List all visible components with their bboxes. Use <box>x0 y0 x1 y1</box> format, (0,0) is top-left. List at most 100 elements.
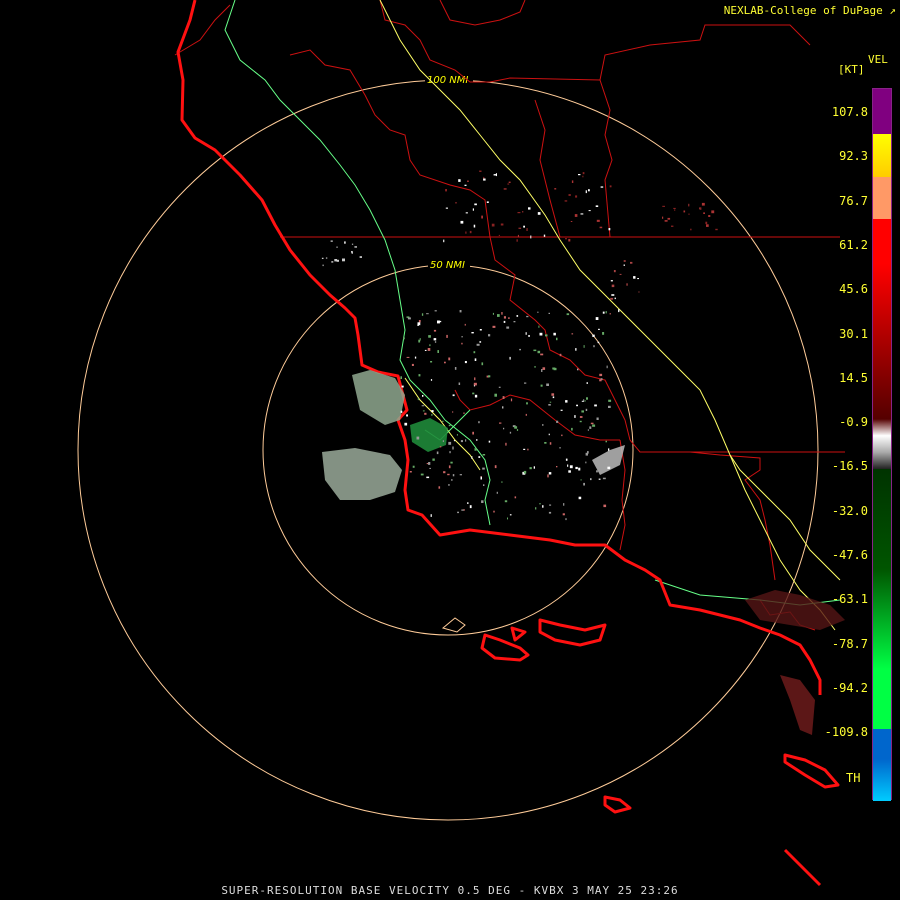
echo-speckle <box>417 322 421 326</box>
echo-speckle <box>481 215 483 219</box>
echo-speckle <box>429 344 431 347</box>
echo-speckle <box>403 337 405 340</box>
echo-speckle <box>540 384 543 387</box>
echo-speckle <box>549 504 552 506</box>
echo-speckle <box>578 467 581 471</box>
echo-speckle <box>419 338 421 341</box>
scale-tick-label: -0.9 <box>839 415 868 430</box>
echo-speckle <box>433 338 437 341</box>
echo-speckle <box>407 317 411 320</box>
echo-speckle <box>458 382 461 385</box>
echo-speckle <box>464 323 466 326</box>
echo-speckle <box>581 400 584 402</box>
echo-speckle <box>500 223 504 226</box>
echo-speckle <box>452 474 455 477</box>
echo-speckle <box>451 479 453 481</box>
echo-speckle <box>427 348 431 351</box>
echo-speckle <box>509 514 512 516</box>
echo-speckle <box>600 186 604 188</box>
echo-speckle <box>539 503 541 505</box>
echo-speckle <box>715 228 718 231</box>
echo-speckle <box>491 223 495 227</box>
echo-speckle <box>480 476 482 480</box>
echo-speckle <box>513 321 516 323</box>
echo-speckle <box>426 313 429 315</box>
echo-speckle <box>569 465 573 469</box>
echo-speckle <box>445 207 448 209</box>
echo-speckle <box>401 385 404 388</box>
echo-speckle <box>516 315 519 317</box>
credit-text: NEXLAB-College of DuPage <box>723 4 883 17</box>
echo-speckle <box>563 503 565 506</box>
scale-segment <box>873 89 891 134</box>
echo-speckle <box>432 458 435 461</box>
echo-speckle <box>478 421 480 424</box>
echo-speckle <box>614 297 616 300</box>
echo-speckle <box>409 471 412 473</box>
echo-speckle <box>559 447 561 449</box>
echo-speckle <box>584 400 586 402</box>
echo-speckle <box>528 335 530 337</box>
echo-speckle <box>481 500 484 503</box>
echo-region-west-lower <box>322 448 402 500</box>
echo-speckle <box>482 467 485 470</box>
echo-speckle <box>537 212 541 215</box>
echo-speckle <box>472 392 475 395</box>
echo-speckle <box>424 412 427 415</box>
echo-speckle <box>344 241 346 244</box>
echo-speckle <box>518 227 522 229</box>
echo-speckle <box>321 257 324 259</box>
echo-speckle <box>552 396 555 399</box>
echo-speckle <box>602 477 606 480</box>
echo-speckle <box>444 361 446 364</box>
echo-speckle <box>442 420 444 422</box>
echo-speckle <box>502 406 504 409</box>
echo-speckle <box>571 333 574 335</box>
echo-speckle <box>457 511 459 514</box>
echo-speckle <box>585 452 588 456</box>
credit-label[interactable]: NEXLAB-College of DuPage ↗ <box>724 4 896 17</box>
echo-speckle <box>562 513 565 516</box>
scale-segment <box>873 264 891 419</box>
scale-tick-label: -16.5 <box>831 459 868 474</box>
echo-speckle <box>538 325 540 328</box>
echo-speckle <box>626 283 628 286</box>
scale-tick-label: 30.1 <box>839 326 868 341</box>
echo-speckle <box>448 357 451 361</box>
echo-speckle <box>708 215 711 217</box>
echo-speckle <box>587 429 589 431</box>
echo-speckle <box>570 221 573 222</box>
scale-tick-label: 76.7 <box>839 193 868 208</box>
echo-speckle <box>458 179 461 182</box>
echo-speckle <box>599 373 603 377</box>
echo-speckle <box>596 219 600 222</box>
echo-speckle <box>605 440 607 443</box>
echo-speckle <box>597 341 600 344</box>
echo-speckle <box>474 377 476 381</box>
echo-speckle <box>590 422 594 425</box>
echo-speckle <box>467 180 469 182</box>
highways <box>379 0 841 631</box>
echo-speckle <box>473 224 476 228</box>
echo-speckle <box>351 251 353 253</box>
echo-speckle <box>623 264 625 266</box>
echo-speckle <box>595 317 599 320</box>
echo-speckle <box>542 505 544 508</box>
echo-speckle <box>594 404 597 407</box>
echo-speckle <box>325 257 328 259</box>
echo-speckle <box>452 411 454 413</box>
echo-speckle <box>450 461 453 464</box>
echo-speckle <box>526 228 528 231</box>
echo-speckle <box>552 367 556 370</box>
scale-segment <box>873 759 891 801</box>
echo-speckle <box>422 410 425 412</box>
echo-speckle <box>580 213 584 215</box>
echo-speckle <box>529 467 532 470</box>
echo-speckle <box>525 413 527 416</box>
echo-speckle <box>548 472 552 475</box>
echo-speckle <box>472 431 474 435</box>
echo-speckle <box>611 284 615 288</box>
echo-speckle <box>553 332 556 336</box>
echo-speckle <box>501 312 503 315</box>
echo-speckle <box>690 228 692 231</box>
